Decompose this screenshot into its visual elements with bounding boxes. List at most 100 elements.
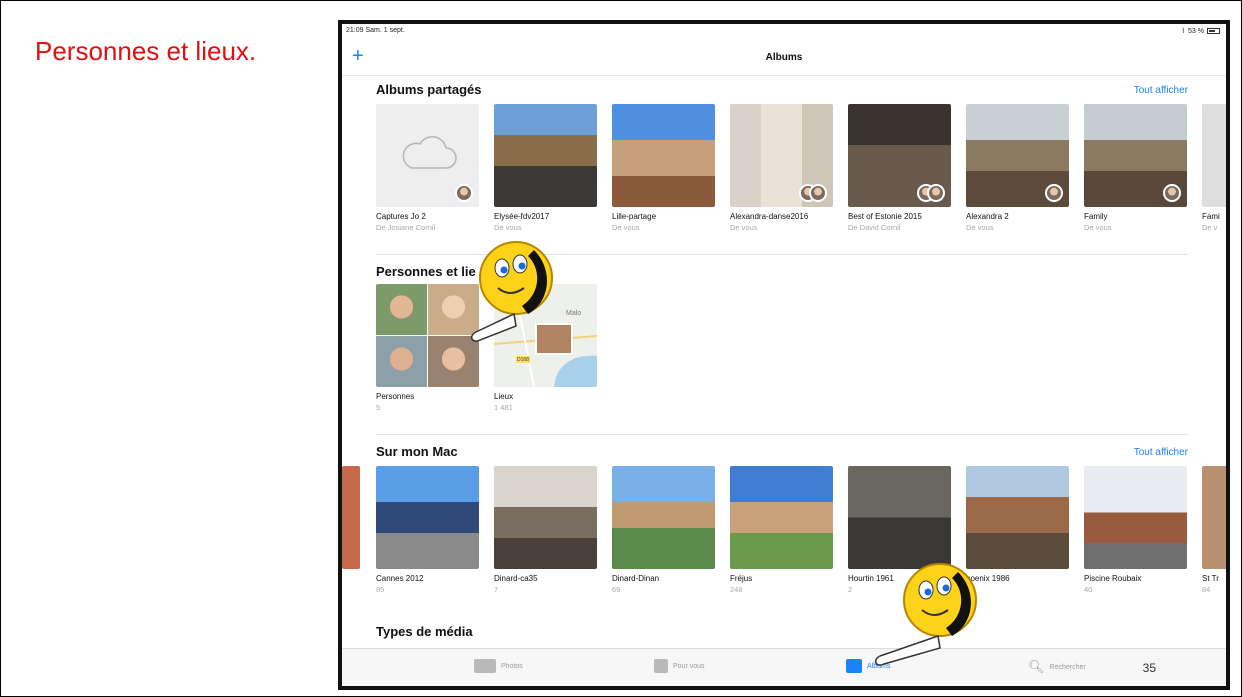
face-thumbnail xyxy=(376,336,427,387)
status-time-date: 21:09 Sam. 1 sept. xyxy=(346,27,405,34)
album-count: 85 xyxy=(376,585,385,594)
tab-bar: Photos Pour vous Albums 🔍︎ Rechercher 35 xyxy=(342,648,1226,686)
album-thumbnail xyxy=(848,466,951,569)
nav-title: Albums xyxy=(765,52,803,63)
album-owner: De v xyxy=(1202,223,1218,232)
for-you-icon xyxy=(654,659,668,673)
tab-for-you[interactable]: Pour vous xyxy=(654,659,705,673)
tab-label: Albums xyxy=(867,662,891,670)
album-card[interactable]: Fami De v xyxy=(1202,104,1226,232)
album-card[interactable]: Family De vous xyxy=(1084,104,1187,232)
album-name: hoenix 1986 xyxy=(966,574,1010,583)
album-count: 7 xyxy=(494,585,499,594)
album-owner: De Josiane Cornil xyxy=(376,223,436,232)
album-name: Lille-partage xyxy=(612,212,657,221)
shared-see-all-link[interactable]: Tout afficher xyxy=(1134,85,1188,96)
album-card[interactable]: Lille-partage De vous xyxy=(612,104,715,232)
album-card[interactable]: Alexandra-danse2016 De vous xyxy=(730,104,833,232)
tab-photos[interactable]: Photos xyxy=(474,659,523,673)
album-name: Alexandra 2 xyxy=(966,212,1009,221)
mac-see-all-link[interactable]: Tout afficher xyxy=(1134,447,1188,458)
album-owner: De vous xyxy=(966,223,994,232)
face-thumbnail xyxy=(428,284,479,335)
album-thumbnail xyxy=(1202,104,1226,207)
album-card[interactable]: St Tr 84 xyxy=(1202,466,1226,594)
people-album[interactable]: Personnes 5 xyxy=(376,284,479,412)
map-icon xyxy=(494,284,597,387)
owner-avatar xyxy=(1045,184,1063,202)
album-count: 1 481 xyxy=(494,403,513,412)
album-name: Piscine Roubaix xyxy=(1084,574,1142,583)
album-card[interactable]: Captures Jo 2 De Josiane Cornil xyxy=(376,104,479,232)
face-thumbnail xyxy=(428,336,479,387)
people-places-title: Personnes et lie xyxy=(376,264,476,279)
album-count: 84 xyxy=(1202,585,1211,594)
map-town-label: Malo xyxy=(566,310,582,317)
album-owner: De David Cornil xyxy=(848,223,901,232)
album-card[interactable]: Cannes 2012 85 xyxy=(376,466,479,594)
album-thumbnail xyxy=(494,466,597,569)
album-name: Cannes 2012 xyxy=(376,574,424,583)
wifi-icon: ⌇ xyxy=(1181,28,1186,35)
owner-avatar xyxy=(927,184,945,202)
photos-icon xyxy=(474,659,496,673)
album-thumbnail xyxy=(730,104,833,207)
section-divider xyxy=(376,254,1188,255)
tab-albums[interactable]: Albums xyxy=(846,659,890,673)
album-thumbnail xyxy=(1084,466,1187,569)
album-name: Personnes xyxy=(376,392,415,401)
album-name: Elysée-fdv2017 xyxy=(494,212,550,221)
album-name: Hourtin 1961 xyxy=(848,574,894,583)
album-thumbnail xyxy=(376,104,479,207)
album-card[interactable]: Dinard-Dinan 69 xyxy=(612,466,715,594)
map-road-label: D168 xyxy=(517,357,529,363)
album-card[interactable]: hoenix 1986 xyxy=(966,466,1069,585)
album-thumbnail xyxy=(612,466,715,569)
album-owner: De vous xyxy=(494,223,522,232)
face-thumbnail xyxy=(376,284,427,335)
album-card[interactable]: Fréjus 248 xyxy=(730,466,833,594)
tab-label: Pour vous xyxy=(673,662,705,670)
tab-search[interactable]: 🔍︎ Rechercher xyxy=(1028,659,1086,675)
album-name: Alexandra-danse2016 xyxy=(730,212,809,221)
status-right: ⌇ 53 % xyxy=(1182,27,1220,35)
cloud-icon xyxy=(402,136,457,169)
slide-title: Personnes et lieux. xyxy=(35,36,257,66)
album-owner: De vous xyxy=(1084,223,1112,232)
album-card[interactable] xyxy=(342,466,360,569)
album-card[interactable]: Hourtin 1961 2 xyxy=(848,466,951,594)
album-name: Dinard-ca35 xyxy=(494,574,538,583)
search-icon: 🔍︎ xyxy=(1028,659,1045,674)
album-thumbnail xyxy=(966,466,1069,569)
album-name: St Tr xyxy=(1202,574,1219,583)
owner-avatar xyxy=(1163,184,1181,202)
album-thumbnail xyxy=(730,466,833,569)
album-card[interactable]: Alexandra 2 De vous xyxy=(966,104,1069,232)
nav-bar: + Albums xyxy=(342,40,1226,76)
places-album[interactable]: Malo D168 Lieux 1 481 xyxy=(494,284,597,412)
album-name: Fami xyxy=(1202,212,1220,221)
album-card[interactable]: Dinard-ca35 7 xyxy=(494,466,597,594)
people-thumbnail xyxy=(376,284,479,387)
media-types-title: Types de média xyxy=(376,624,473,639)
album-card[interactable]: Elysée-fdv2017 De vous xyxy=(494,104,597,232)
album-name: Fréjus xyxy=(730,574,753,583)
ipad-screen: 21:09 Sam. 1 sept. ⌇ 53 % + Albums Album… xyxy=(338,20,1230,690)
album-thumbnail xyxy=(1084,104,1187,207)
album-card[interactable]: Piscine Roubaix 40 xyxy=(1084,466,1187,594)
battery-icon xyxy=(1207,28,1220,34)
album-card[interactable]: Best of Estonie 2015 De David Cornil xyxy=(848,104,951,232)
album-name: Captures Jo 2 xyxy=(376,212,426,221)
album-owner: De vous xyxy=(612,223,640,232)
album-count: 2 xyxy=(848,585,853,594)
mac-albums-title: Sur mon Mac xyxy=(376,444,458,459)
album-thumbnail xyxy=(1202,466,1226,569)
album-owner: De vous xyxy=(730,223,758,232)
album-thumbnail xyxy=(612,104,715,207)
album-count: 248 xyxy=(730,585,743,594)
album-count: 5 xyxy=(376,403,381,412)
tab-label: Photos xyxy=(501,662,523,670)
album-count: 69 xyxy=(612,585,621,594)
shared-albums-title: Albums partagés xyxy=(376,82,482,97)
album-name: Lieux xyxy=(494,392,514,401)
